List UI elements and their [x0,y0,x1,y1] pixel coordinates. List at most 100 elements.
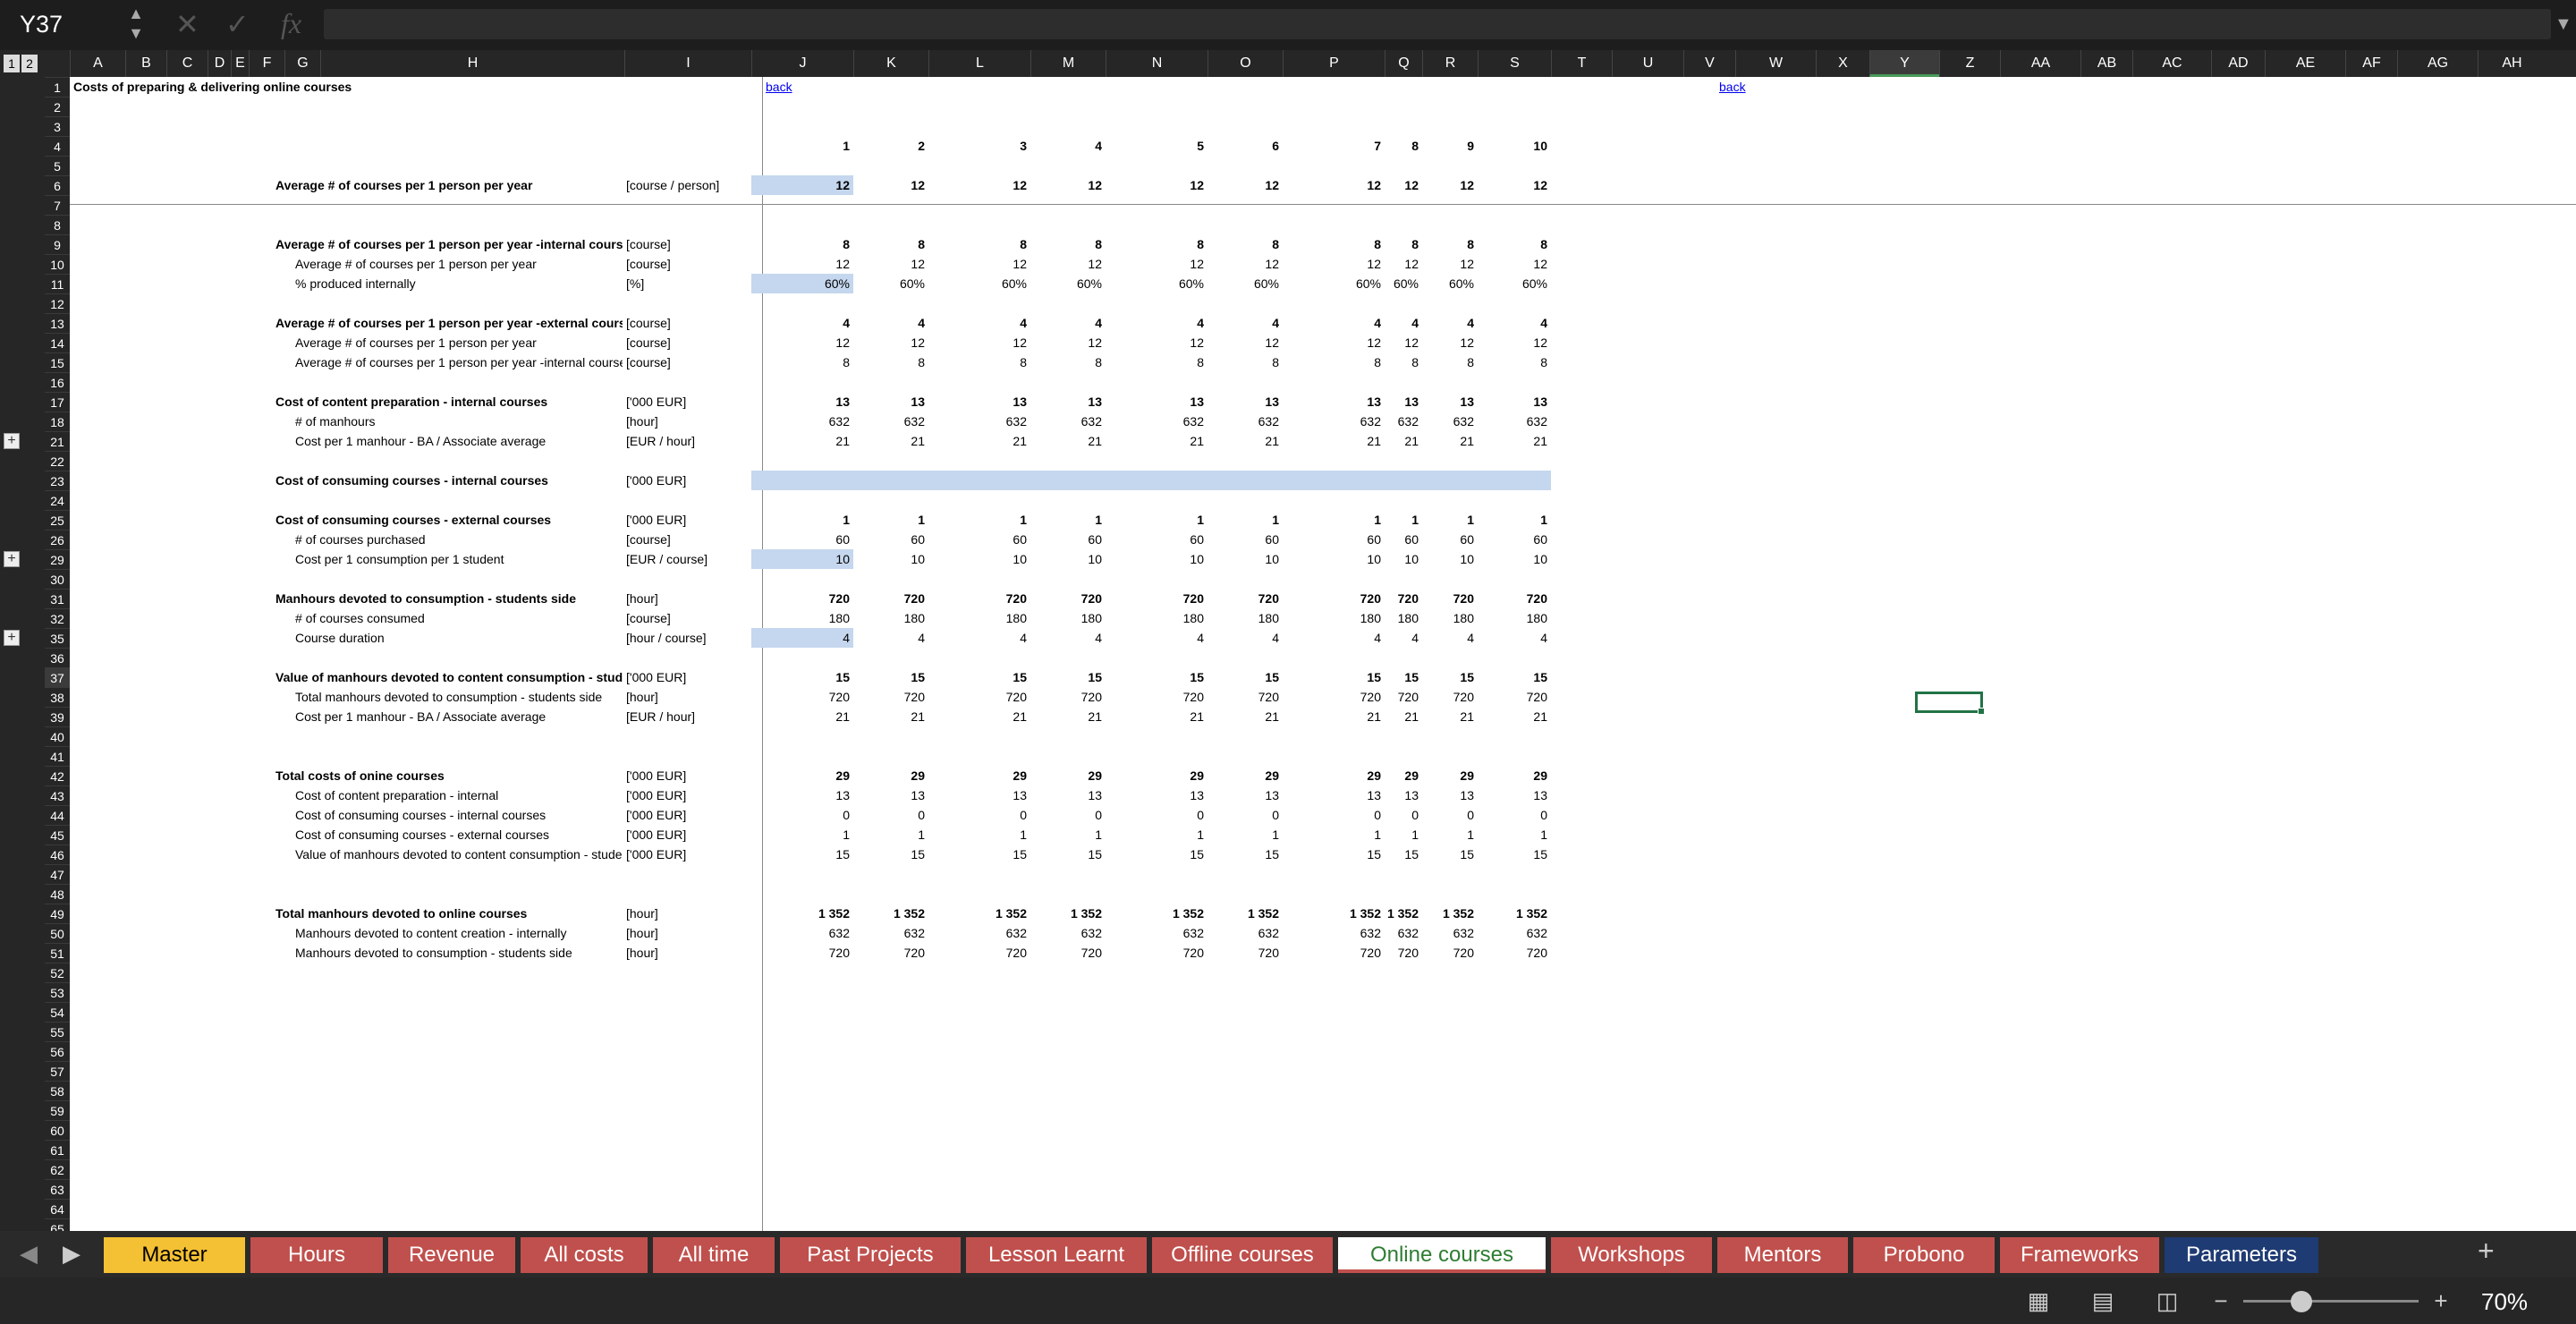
value-cell[interactable]: 720 [1283,943,1385,963]
value-cell[interactable]: 29 [928,766,1030,785]
period-header-cell[interactable]: 6 [1208,136,1283,156]
value-cell[interactable]: 8 [1283,234,1385,254]
value-cell[interactable]: 8 [1106,352,1208,372]
value-cell[interactable]: 13 [1422,392,1478,412]
value-cell[interactable]: 15 [1030,844,1106,864]
row-header-44[interactable]: 44 [45,805,70,825]
value-cell[interactable]: 12 [1106,333,1208,352]
tab-mentors[interactable]: Mentors [1717,1237,1848,1273]
value-cell[interactable]: 1 [853,825,928,844]
tab-all-costs[interactable]: All costs [521,1237,648,1273]
period-header-cell[interactable]: 3 [928,136,1030,156]
value-cell[interactable]: 4 [853,313,928,333]
value-cell[interactable] [1422,471,1478,490]
expand-group-icon[interactable]: + [4,551,20,567]
row-label[interactable]: Value of manhours devoted to content con… [295,844,623,864]
value-cell[interactable]: 1 [1422,510,1478,530]
value-cell[interactable]: 15 [1106,667,1208,687]
value-cell[interactable]: 720 [1106,943,1208,963]
value-cell[interactable]: 1 352 [1422,904,1478,923]
value-cell[interactable]: 4 [1106,313,1208,333]
value-cell[interactable]: 1 352 [928,904,1030,923]
value-cell[interactable]: 60 [1208,530,1283,549]
value-cell[interactable]: 13 [751,785,853,805]
value-cell[interactable]: 12 [1030,333,1106,352]
period-header-cell[interactable]: 10 [1478,136,1551,156]
sheet-area[interactable]: Costs of preparing & delivering online c… [70,77,2576,1231]
value-cell[interactable]: 180 [1030,608,1106,628]
value-cell[interactable]: 1 [1106,825,1208,844]
value-cell[interactable]: 0 [1422,805,1478,825]
value-cell[interactable]: 8 [928,234,1030,254]
value-cell[interactable]: 1 [1106,510,1208,530]
value-cell[interactable]: 1 [751,510,853,530]
column-header-V[interactable]: V [1683,50,1735,77]
value-cell[interactable]: 60 [1385,530,1422,549]
value-cell[interactable]: 4 [1283,313,1385,333]
name-box[interactable]: Y37 [0,0,125,49]
column-header-K[interactable]: K [853,50,928,77]
back-link-2[interactable]: back [1719,77,1773,97]
value-cell[interactable]: 21 [1478,431,1551,451]
column-header-S[interactable]: S [1478,50,1551,77]
column-header-AB[interactable]: AB [2080,50,2132,77]
column-header-W[interactable]: W [1735,50,1816,77]
row-label[interactable]: Total costs of onine courses [275,766,623,785]
value-cell[interactable]: 720 [853,943,928,963]
value-cell[interactable]: 1 [1385,825,1422,844]
value-cell[interactable]: 4 [1478,313,1551,333]
column-header-L[interactable]: L [928,50,1030,77]
expand-group-icon[interactable]: + [4,433,20,449]
value-cell[interactable]: 12 [751,175,853,195]
value-cell[interactable]: 21 [1283,431,1385,451]
tab-workshops[interactable]: Workshops [1551,1237,1712,1273]
value-cell[interactable]: 29 [751,766,853,785]
column-header-O[interactable]: O [1208,50,1283,77]
row-header-50[interactable]: 50 [45,923,70,943]
row-header-24[interactable]: 24 [45,490,70,510]
value-cell[interactable]: 4 [1106,628,1208,648]
value-cell[interactable]: 180 [853,608,928,628]
value-cell[interactable]: 4 [928,313,1030,333]
value-cell[interactable]: 720 [751,687,853,707]
value-cell[interactable]: 15 [1208,667,1283,687]
value-cell[interactable]: 1 [928,510,1030,530]
zoom-slider[interactable] [2243,1300,2419,1303]
value-cell[interactable]: 4 [928,628,1030,648]
value-cell[interactable]: 1 [1478,510,1551,530]
value-cell[interactable]: 13 [1385,392,1422,412]
value-cell[interactable]: 1 [1030,510,1106,530]
value-cell[interactable]: 1 352 [1283,904,1385,923]
value-cell[interactable]: 0 [853,805,928,825]
row-label[interactable]: Average # of courses per 1 person per ye… [275,175,623,195]
value-cell[interactable]: 8 [1478,234,1551,254]
period-header-cell[interactable]: 9 [1422,136,1478,156]
column-header-AA[interactable]: AA [2000,50,2080,77]
value-cell[interactable]: 15 [1283,667,1385,687]
value-cell[interactable] [1385,471,1422,490]
row-label[interactable]: Total manhours devoted to consumption - … [295,687,623,707]
value-cell[interactable]: 720 [1422,687,1478,707]
name-box-stepper-icon[interactable]: ▲ ▼ [125,4,147,47]
value-cell[interactable]: 1 352 [751,904,853,923]
row-header-2[interactable]: 2 [45,97,70,116]
value-cell[interactable]: 10 [853,549,928,569]
value-cell[interactable]: 60 [1030,530,1106,549]
outline-level-1-button[interactable]: 1 [4,55,20,72]
column-header-E[interactable]: E [231,50,249,77]
value-cell[interactable] [1106,471,1208,490]
tab-scroll-right-icon[interactable]: ▶ [63,1240,80,1268]
fx-icon[interactable]: fx [281,7,301,40]
period-header-cell[interactable]: 4 [1030,136,1106,156]
value-cell[interactable]: 12 [1208,333,1283,352]
value-cell[interactable]: 12 [853,254,928,274]
value-cell[interactable]: 60% [1385,274,1422,293]
value-cell[interactable]: 0 [928,805,1030,825]
value-cell[interactable]: 15 [751,667,853,687]
value-cell[interactable]: 29 [1208,766,1283,785]
row-label[interactable]: Cost per 1 manhour - BA / Associate aver… [295,431,623,451]
value-cell[interactable]: 720 [928,687,1030,707]
period-header-cell[interactable]: 2 [853,136,928,156]
value-cell[interactable]: 8 [1478,352,1551,372]
value-cell[interactable] [928,471,1030,490]
